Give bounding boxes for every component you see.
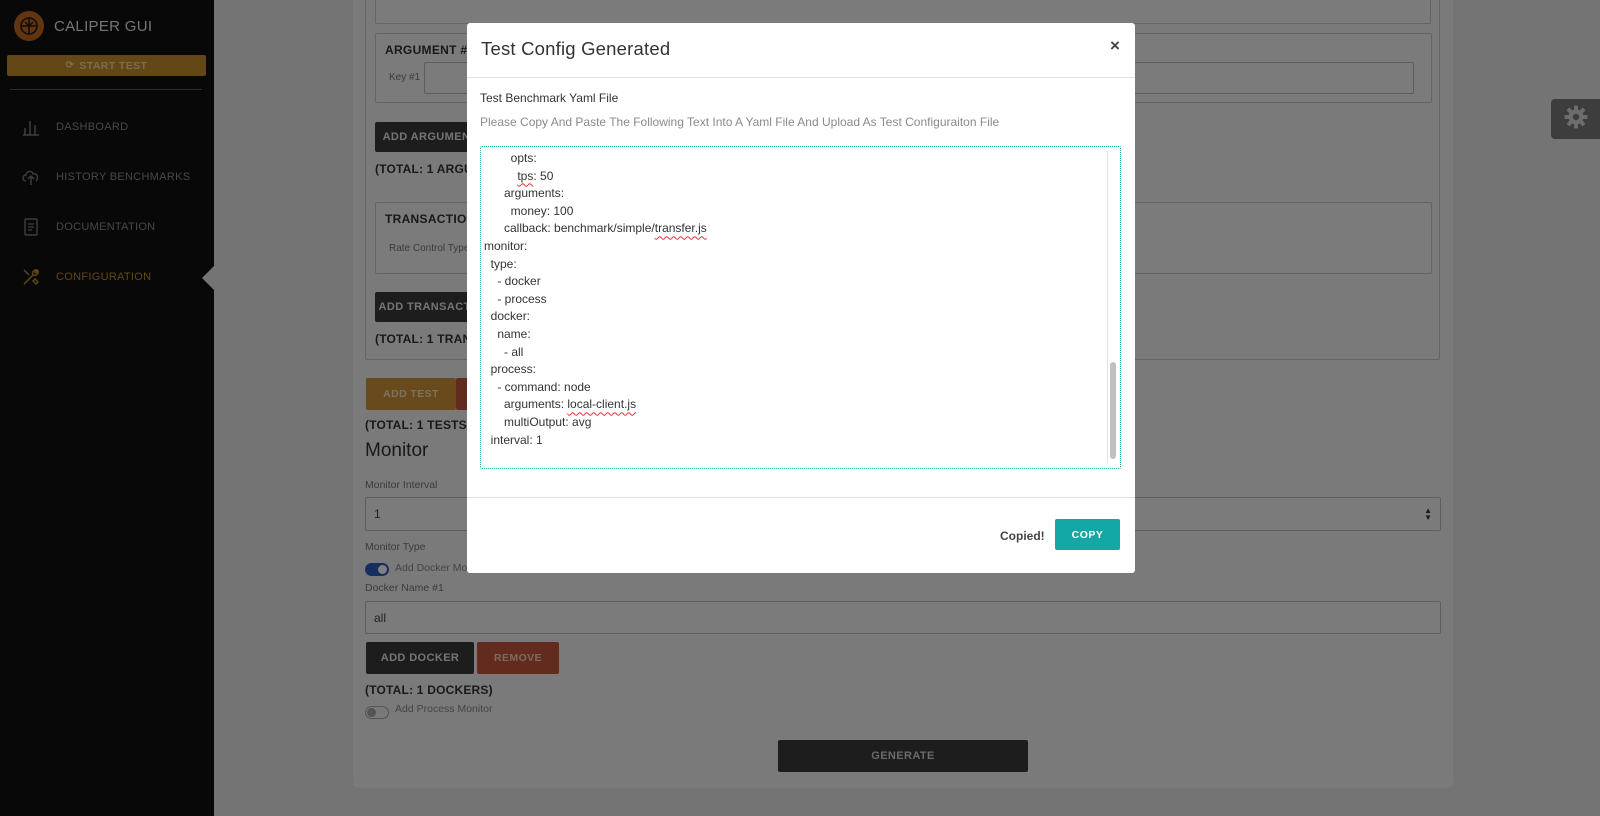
yaml-line: docker: <box>484 309 531 324</box>
yaml-line: interval: 1 <box>484 432 543 447</box>
modal-title: Test Config Generated <box>481 38 671 59</box>
test-config-modal: Test Config Generated × Test Benchmark Y… <box>467 23 1135 573</box>
yaml-line: monitor: <box>484 238 528 253</box>
yaml-file-label: Test Benchmark Yaml File <box>480 91 619 105</box>
close-icon[interactable]: × <box>1106 35 1124 57</box>
yaml-line: opts: <box>484 151 537 165</box>
yaml-line: arguments: <box>484 397 568 412</box>
yaml-line: type: <box>484 256 517 271</box>
spellcheck-word: tps <box>517 168 534 183</box>
yaml-line: - command: node <box>484 379 591 394</box>
yaml-line: - process <box>484 291 547 306</box>
yaml-instructions: Please Copy And Paste The Following Text… <box>480 115 1000 129</box>
copied-status: Copied! <box>1000 529 1045 543</box>
spellcheck-word: transfer.js <box>654 221 707 236</box>
yaml-line: multiOutput: avg <box>484 414 592 429</box>
spellcheck-word: local-client.js <box>567 397 637 412</box>
yaml-line: : 50 <box>533 168 554 183</box>
yaml-line: money: 100 <box>484 203 574 218</box>
yaml-line: - all <box>484 344 524 359</box>
yaml-content: opts: tps: 50 arguments: money: 100 call… <box>484 150 707 449</box>
yaml-scrollbar[interactable] <box>1107 151 1117 463</box>
modal-header: Test Config Generated × <box>467 23 1135 78</box>
yaml-line: arguments: <box>484 186 565 201</box>
yaml-line: callback: benchmark/simple/ <box>484 221 655 236</box>
yaml-line <box>484 169 517 183</box>
copy-button[interactable]: COPY <box>1055 519 1120 550</box>
yaml-scrollbar-thumb[interactable] <box>1110 362 1116 459</box>
yaml-line: process: <box>484 362 537 377</box>
yaml-line: name: <box>484 326 531 341</box>
yaml-line: - docker <box>484 274 541 289</box>
yaml-textarea[interactable]: opts: tps: 50 arguments: money: 100 call… <box>480 146 1121 469</box>
